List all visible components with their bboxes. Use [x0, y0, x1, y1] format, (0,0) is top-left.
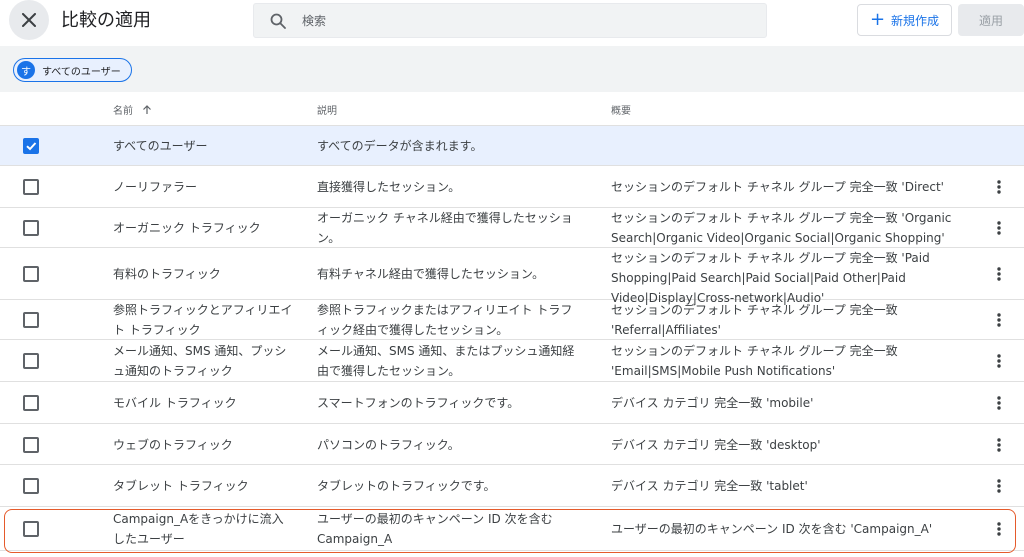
row-summary: セッションのデフォルト チャネル グループ 完全一致 'Referral|Aff… — [611, 303, 898, 337]
row-name: メール通知、SMS 通知、プッシュ通知のトラフィック — [113, 344, 287, 378]
row-description: 参照トラフィックまたはアフィリエイト トラフィック経由で獲得したセッション。 — [317, 303, 573, 337]
table-row[interactable]: 有料のトラフィック 有料チャネル経由で獲得したセッション。 セッションのデフォルト … — [0, 248, 1024, 305]
row-summary: セッションのデフォルト チャネル グループ 完全一致 'Direct' — [611, 180, 944, 194]
table-header: 名前 説明 概要 — [0, 92, 1024, 126]
check-icon — [26, 142, 37, 151]
row-name: すべてのユーザー — [113, 139, 208, 153]
more-vert-icon[interactable] — [990, 435, 1008, 455]
more-vert-icon[interactable] — [990, 393, 1008, 413]
row-name: Campaign_Aをきっかけに流入したユーザー — [113, 512, 284, 546]
plus-icon: + — [869, 9, 886, 30]
chip-bar: す すべてのユーザー — [0, 46, 1024, 92]
row-summary: ユーザーの最初のキャンペーン ID 次を含む 'Campaign_A' — [611, 522, 933, 536]
table-row[interactable]: メール通知、SMS 通知、プッシュ通知のトラフィック メール通知、SMS 通知、ま… — [0, 340, 1024, 382]
row-description: 有料チャネル経由で獲得したセッション。 — [317, 267, 545, 281]
apply-button[interactable]: 適用 — [958, 4, 1024, 36]
more-vert-icon[interactable] — [990, 218, 1008, 238]
row-checkbox[interactable] — [23, 395, 39, 411]
row-summary: セッションのデフォルト チャネル グループ 完全一致 'Email|SMS|Mo… — [611, 344, 898, 378]
close-icon — [22, 13, 36, 27]
more-vert-icon[interactable] — [990, 177, 1008, 197]
row-name: モバイル トラフィック — [113, 396, 237, 410]
table-row[interactable]: タブレット トラフィック タブレットのトラフィックです。 デバイス カテゴリ 完全一… — [0, 465, 1024, 507]
search-input[interactable] — [302, 13, 742, 28]
table-row[interactable]: すべてのユーザー すべてのデータが含まれます。 — [0, 126, 1024, 166]
row-checkbox[interactable] — [23, 521, 39, 537]
row-description: オーガニック チャネル経由で獲得したセッション。 — [317, 211, 573, 245]
row-checkbox[interactable] — [23, 266, 39, 282]
row-checkbox[interactable] — [23, 138, 39, 154]
column-name-label: 名前 — [113, 106, 133, 117]
row-description: すべてのデータが含まれます。 — [317, 139, 483, 153]
column-summary-header: 概要 — [611, 106, 631, 117]
more-vert-icon[interactable] — [990, 351, 1008, 371]
row-description: タブレットのトラフィックです。 — [317, 479, 496, 493]
table-row[interactable]: ノーリファラー 直接獲得したセッション。 セッションのデフォルト チャネル グループ… — [0, 166, 1024, 208]
row-checkbox[interactable] — [23, 478, 39, 494]
row-name: 有料のトラフィック — [113, 267, 221, 281]
table-row[interactable]: 参照トラフィックとアフィリエイト トラフィック 参照トラフィックまたはアフィリエイ… — [0, 300, 1024, 340]
more-vert-icon[interactable] — [990, 519, 1008, 539]
row-summary: デバイス カテゴリ 完全一致 'tablet' — [611, 479, 808, 493]
row-checkbox[interactable] — [23, 436, 39, 453]
row-summary: デバイス カテゴリ 完全一致 'desktop' — [611, 437, 821, 452]
search-box[interactable] — [253, 3, 767, 38]
table-row[interactable]: オーガニック トラフィック オーガニック チャネル経由で獲得したセッション。 セッシ… — [0, 208, 1024, 248]
more-vert-icon[interactable] — [990, 310, 1008, 330]
row-description: スマートフォンのトラフィックです。 — [317, 396, 520, 410]
row-name: タブレット トラフィック — [113, 479, 249, 493]
row-name: ウェブのトラフィック — [113, 437, 233, 452]
row-checkbox[interactable] — [23, 220, 39, 236]
new-button-label: 新規作成 — [891, 13, 940, 28]
row-name: オーガニック トラフィック — [113, 221, 261, 235]
column-description-header: 説明 — [317, 106, 337, 117]
row-summary: セッションのデフォルト チャネル グループ 完全一致 'Paid Shoppin… — [611, 251, 930, 305]
row-description: 直接獲得したセッション。 — [317, 180, 461, 194]
page-title: 比較の適用 — [61, 10, 151, 31]
table-row[interactable]: ウェブのトラフィック パソコンのトラフィック。 デバイス カテゴリ 完全一致 'de… — [0, 424, 1024, 465]
app-header: 比較の適用 + 新規作成 適用 — [0, 0, 1024, 44]
segment-chip[interactable]: す すべてのユーザー — [13, 58, 132, 82]
row-summary: デバイス カテゴリ 完全一致 'mobile' — [611, 396, 814, 410]
row-checkbox[interactable] — [23, 353, 39, 369]
new-button[interactable]: + 新規作成 — [857, 4, 952, 36]
search-icon — [268, 11, 288, 31]
chip-avatar: す — [17, 61, 35, 79]
row-description: パソコンのトラフィック。 — [317, 437, 460, 452]
row-name: 参照トラフィックとアフィリエイト トラフィック — [113, 303, 293, 337]
row-checkbox[interactable] — [23, 312, 39, 328]
chip-label: すべてのユーザー — [42, 66, 121, 78]
apply-button-label: 適用 — [978, 13, 1003, 28]
row-description: ユーザーの最初のキャンペーン ID 次を含む Campaign_A — [317, 512, 553, 546]
more-vert-icon[interactable] — [990, 476, 1008, 496]
close-button[interactable] — [9, 0, 49, 40]
segment-list: すべてのユーザー すべてのデータが含まれます。ノーリファラー 直接獲得したセッション… — [0, 126, 1024, 551]
table-row[interactable]: Campaign_Aをきっかけに流入したユーザー ユーザーの最初のキャンペーン I… — [0, 507, 1024, 551]
table-row[interactable]: モバイル トラフィック スマートフォンのトラフィックです。 デバイス カテゴリ 完全… — [0, 382, 1024, 424]
sort-arrow-up-icon — [143, 105, 152, 114]
row-summary: セッションのデフォルト チャネル グループ 完全一致 'Organic Sear… — [611, 211, 952, 245]
row-description: メール通知、SMS 通知、またはプッシュ通知経由で獲得したセッション。 — [317, 344, 575, 378]
more-vert-icon[interactable] — [990, 264, 1008, 284]
column-name-header[interactable]: 名前 — [113, 102, 152, 117]
row-name: ノーリファラー — [113, 180, 198, 194]
row-checkbox[interactable] — [23, 179, 39, 195]
